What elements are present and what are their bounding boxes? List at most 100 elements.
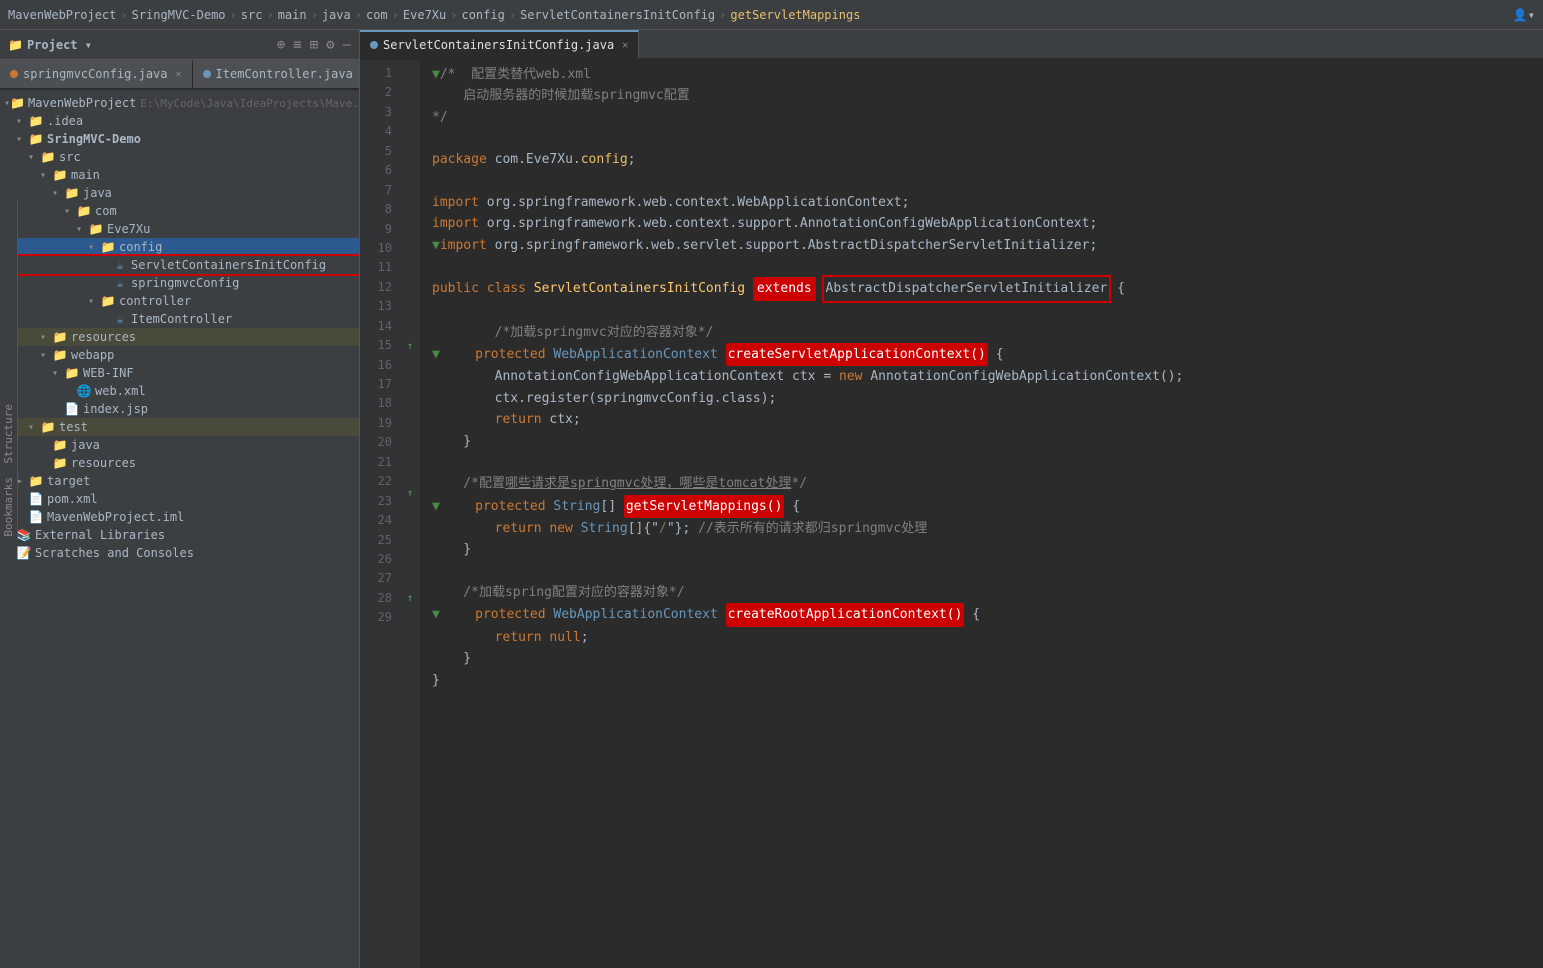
tree-item-label: Eve7Xu [107,222,150,236]
user-menu[interactable]: 👤▾ [1513,8,1535,22]
code-text: ; [581,627,589,648]
folder-icon: 📁 [28,114,44,128]
gutter-line-20 [400,463,420,484]
gutter-line-15 [400,358,420,379]
keyword: protected [444,344,554,365]
locate-icon[interactable]: ⊕ [277,37,285,53]
code-area[interactable]: ▼ /* 配置类替代web.xml 启动服务器的时候加载springmvc配置 … [420,30,1543,968]
tree-item-webinf[interactable]: ▾ 📁 WEB-INF [0,364,359,382]
breadcrumb-item[interactable]: Eve7Xu [403,8,446,22]
breadcrumb-item[interactable]: src [241,8,263,22]
tree-item-servletcontainersinitconfig[interactable]: ☕ ServletContainersInitConfig [0,256,359,274]
tab-springmvcconfig[interactable]: springmvcConfig.java ✕ [0,60,193,88]
breadcrumb: MavenWebProject › SringMVC-Demo › src › … [8,8,1513,22]
breadcrumb-item[interactable]: config [461,8,504,22]
collapse-icon[interactable]: ≡ [293,37,301,53]
code-line-20: /*配置哪些请求是springmvc处理，哪些是tomcat处理*/ [428,473,1543,494]
breadcrumb-item[interactable]: com [366,8,388,22]
tree-item-webxml[interactable]: 🌐 web.xml [0,382,359,400]
tree-item-label: resources [71,330,136,344]
iml-icon: 📄 [28,510,44,524]
expand-icon[interactable]: ⊞ [310,37,318,53]
tree-item-test-java[interactable]: 📁 java [0,436,359,454]
tree-item-test-resources[interactable]: 📁 resources [0,454,359,472]
tree-item-target[interactable]: ▶ 📁 target [0,472,359,490]
code-line-17: return ctx; [428,409,1543,430]
structure-tab[interactable]: Structure [2,400,15,468]
tree-item-java[interactable]: ▾ 📁 java [0,184,359,202]
code-text: } [432,670,440,691]
code-line-24 [428,561,1543,582]
gutter-line-21[interactable]: ↑ [400,484,420,505]
keyword: new [549,518,580,539]
tree-item-main[interactable]: ▾ 📁 main [0,166,359,184]
java-icon: ☕ [112,258,128,272]
fold-icon[interactable]: ▼ [432,64,440,85]
folder-icon: 📁 [64,366,80,380]
tree-item-controller[interactable]: ▾ 📁 controller [0,292,359,310]
gutter-line-17 [400,400,420,421]
fold-icon[interactable]: ▼ [432,344,440,365]
fold-icon[interactable]: ▼ [432,604,440,625]
breadcrumb-item[interactable]: ServletContainersInitConfig [520,8,715,22]
breadcrumb-item-active[interactable]: getServletMappings [730,8,860,22]
tree-item-springmvcconfig[interactable]: ☕ springmvcConfig [0,274,359,292]
arrow-icon: ▾ [40,350,52,361]
code-line-16: ctx.register(springmvcConfig.class); [428,388,1543,409]
tree-item-eve7xu[interactable]: ▾ 📁 Eve7Xu [0,220,359,238]
breadcrumb-item[interactable]: SringMVC-Demo [132,8,226,22]
fold-icon[interactable]: ▼ [432,235,440,256]
bookmarks-tab[interactable]: Bookmarks [2,473,15,541]
tab-close-button[interactable]: ✕ [176,69,182,80]
tree-item-scratches[interactable]: 📝 Scratches and Consoles [0,544,359,562]
code-line-25: /*加载spring配置对应的容器对象*/ [428,582,1543,603]
tree-item-sringmvc-demo[interactable]: ▾ 📁 SringMVC-Demo [0,130,359,148]
tree-item-test[interactable]: ▾ 📁 test [0,418,359,436]
jsp-icon: 📄 [64,402,80,416]
active-tab[interactable]: ServletContainersInitConfig.java ✕ [360,30,639,58]
settings-icon[interactable]: ⚙ [326,37,334,53]
tab-itemcontroller[interactable]: ItemController.java ✕ [193,60,360,88]
keyword: import [432,192,487,213]
gutter-line-26[interactable]: ↑ [400,589,420,610]
comment: */ [791,473,807,494]
tree-item-mavenwebproject[interactable]: ▾ 📁 MavenWebProject E:\MyCode\Java\IdeaP… [0,94,359,112]
fold-icon[interactable]: ▼ [432,496,440,517]
tree-item-src[interactable]: ▾ 📁 src [0,148,359,166]
line-numbers: 1 2 3 4 5 6 7 8 9 10 11 12 13 14 15 16 1… [360,30,400,968]
gutter-line-23 [400,526,420,547]
tree-item-itemcontroller[interactable]: ☕ ItemController [0,310,359,328]
tree-item-label: webapp [71,348,114,362]
close-icon[interactable]: — [343,37,351,53]
code-text: } [432,539,471,560]
tree-item-webapp[interactable]: ▾ 📁 webapp [0,346,359,364]
tree-item-indexjsp[interactable]: 📄 index.jsp [0,400,359,418]
code-text: } [432,648,471,669]
code-line-18: } [428,431,1543,452]
tree-item-idea[interactable]: ▾ 📁 .idea [0,112,359,130]
tree-item-resources[interactable]: ▾ 📁 resources [0,328,359,346]
tree-item-label: test [59,420,88,434]
tree-item-label: src [59,150,81,164]
gutter-line-14[interactable]: ↑ [400,337,420,358]
folder-icon: 📁 [52,456,68,470]
arrow-icon: ▾ [28,152,40,163]
tree-item-iml[interactable]: 📄 MavenWebProject.iml [0,508,359,526]
breadcrumb-item[interactable]: java [322,8,351,22]
breadcrumb-item[interactable]: MavenWebProject [8,8,116,22]
gutter: ↑ ↑ ↑ [400,30,420,968]
tree-item-pomxml[interactable]: 📄 pom.xml [0,490,359,508]
keyword: public class [432,278,534,299]
code-line-2: 启动服务器的时候加载springmvc配置 [428,85,1543,106]
folder-icon: 📁 [28,132,44,146]
comment: //表示所有的请求都归springmvc处理 [698,518,927,539]
tree-item-external-libs[interactable]: ▶ 📚 External Libraries [0,526,359,544]
code-line-29: } [428,670,1543,691]
code-line-7: import org.springframework.web.context.W… [428,192,1543,213]
brace: { [1109,278,1125,299]
tree-item-config[interactable]: ▾ 📁 config [0,238,359,256]
code-text: AnnotationConfigWebApplicationContext(); [870,366,1183,387]
active-tab-close[interactable]: ✕ [622,40,628,51]
breadcrumb-item[interactable]: main [278,8,307,22]
tree-item-com[interactable]: ▾ 📁 com [0,202,359,220]
